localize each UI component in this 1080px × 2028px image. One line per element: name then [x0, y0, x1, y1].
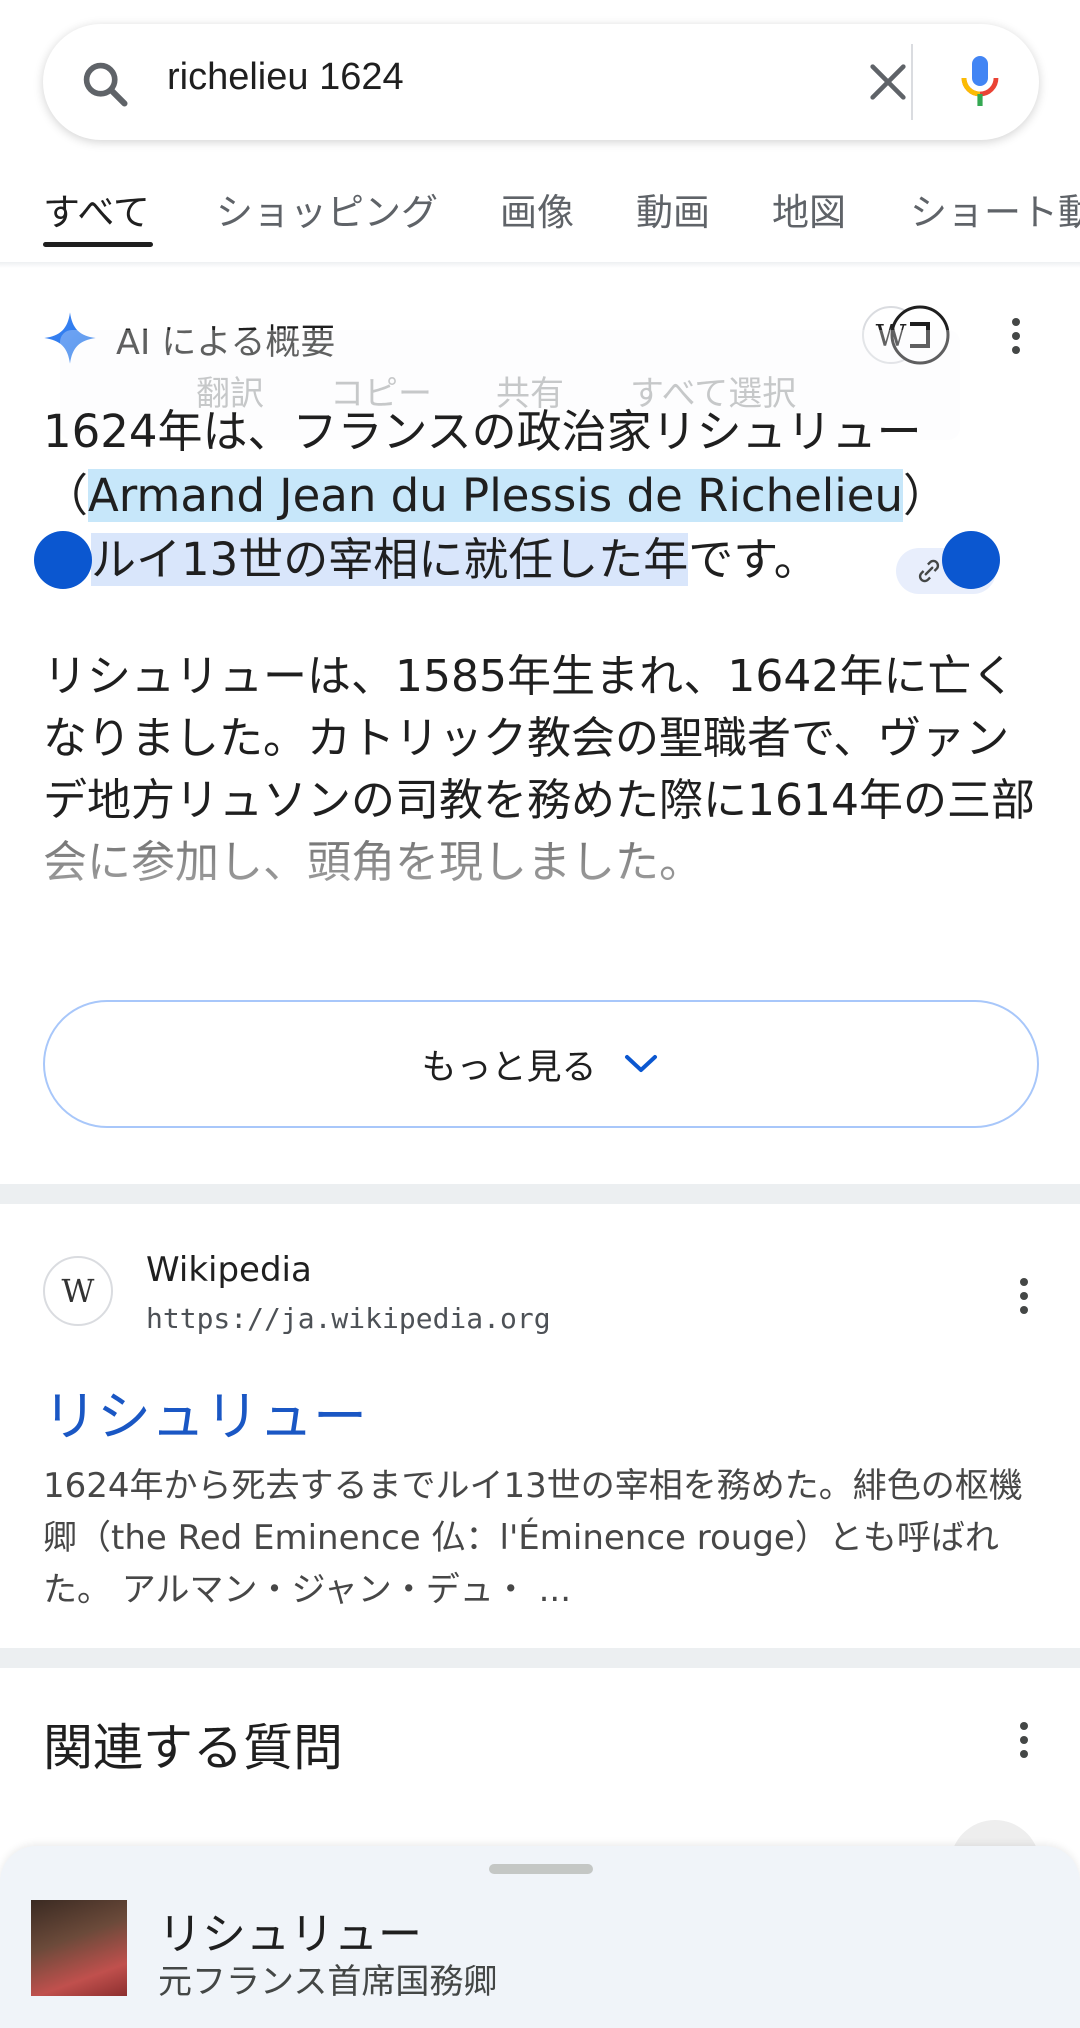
- ai-answer-line3: ルイ13世の宰相に就任した年です。: [43, 528, 1043, 592]
- search-tabs: すべて ショッピング 画像 動画 地図 ショート動: [0, 180, 1080, 260]
- ai-answer-line1: 1624年は、フランスの政治家リシュリュー: [43, 405, 922, 458]
- search-bar[interactable]: richelieu 1624: [43, 24, 1039, 140]
- tab-images[interactable]: 画像: [500, 182, 574, 236]
- ai-overview-more-icon[interactable]: [1010, 318, 1022, 358]
- content-fade-overlay: [0, 830, 1080, 980]
- microphone-icon[interactable]: [956, 52, 1004, 112]
- section-divider: [0, 1184, 1080, 1204]
- section-divider: [0, 1648, 1080, 1668]
- result-url[interactable]: https://ja.wikipedia.org: [146, 1302, 551, 1335]
- result-snippet: 1624年から死去するまでルイ13世の宰相を務めた。緋色の枢機卿（the Red…: [43, 1466, 1023, 1610]
- search-divider: [911, 44, 913, 120]
- selection-start-handle[interactable]: [34, 531, 92, 589]
- sheet-drag-handle[interactable]: [489, 1864, 593, 1874]
- tab-videos[interactable]: 動画: [636, 182, 710, 236]
- sheet-title: リシュリュー: [158, 1909, 422, 1960]
- knowledge-bottom-sheet[interactable]: リシュリュー 元フランス首席国務卿: [0, 1846, 1080, 2028]
- result-title-link[interactable]: リシュリュー: [43, 1372, 367, 1451]
- link-icon: [918, 559, 940, 583]
- search-icon: [83, 62, 128, 107]
- wikipedia-favicon: W: [43, 1256, 113, 1326]
- selected-text-role: ルイ13世の宰相に就任した年: [91, 533, 689, 586]
- tab-shopping[interactable]: ショッピング: [216, 182, 438, 236]
- active-tab-indicator: [43, 242, 153, 247]
- related-questions-title: 関連する質問: [43, 1719, 343, 1777]
- show-more-button[interactable]: もっと見る: [43, 1000, 1039, 1128]
- result-site-name: Wikipedia: [146, 1250, 312, 1290]
- ai-answer-line3-rest: です。: [688, 533, 819, 586]
- result-more-icon[interactable]: [1018, 1278, 1030, 1318]
- paren-close: ）: [903, 469, 949, 522]
- chevron-down-icon: [624, 1055, 657, 1072]
- tab-all[interactable]: すべて: [43, 182, 150, 236]
- ai-answer-line2: （Armand Jean du Plessis de Richelieu）: [43, 464, 1043, 528]
- related-more-icon[interactable]: [1018, 1722, 1030, 1762]
- sheet-subtitle: 元フランス首席国務卿: [158, 1962, 498, 2002]
- tabs-shadow: [0, 262, 1080, 268]
- selected-text-name: Armand Jean du Plessis de Richelieu: [88, 469, 904, 522]
- tab-maps[interactable]: 地図: [772, 182, 846, 236]
- show-more-label: もっと見る: [421, 1047, 597, 1088]
- clear-icon[interactable]: [865, 59, 911, 105]
- search-input[interactable]: richelieu 1624: [167, 56, 404, 99]
- richelieu-portrait-thumbnail: [31, 1900, 127, 1996]
- tab-shorts[interactable]: ショート動: [910, 182, 1080, 236]
- paren-open: （: [43, 469, 89, 522]
- selection-end-handle[interactable]: [942, 531, 1000, 589]
- ai-overview-answer: 1624年は、フランスの政治家リシュリュー （Armand Jean du Pl…: [43, 400, 1043, 592]
